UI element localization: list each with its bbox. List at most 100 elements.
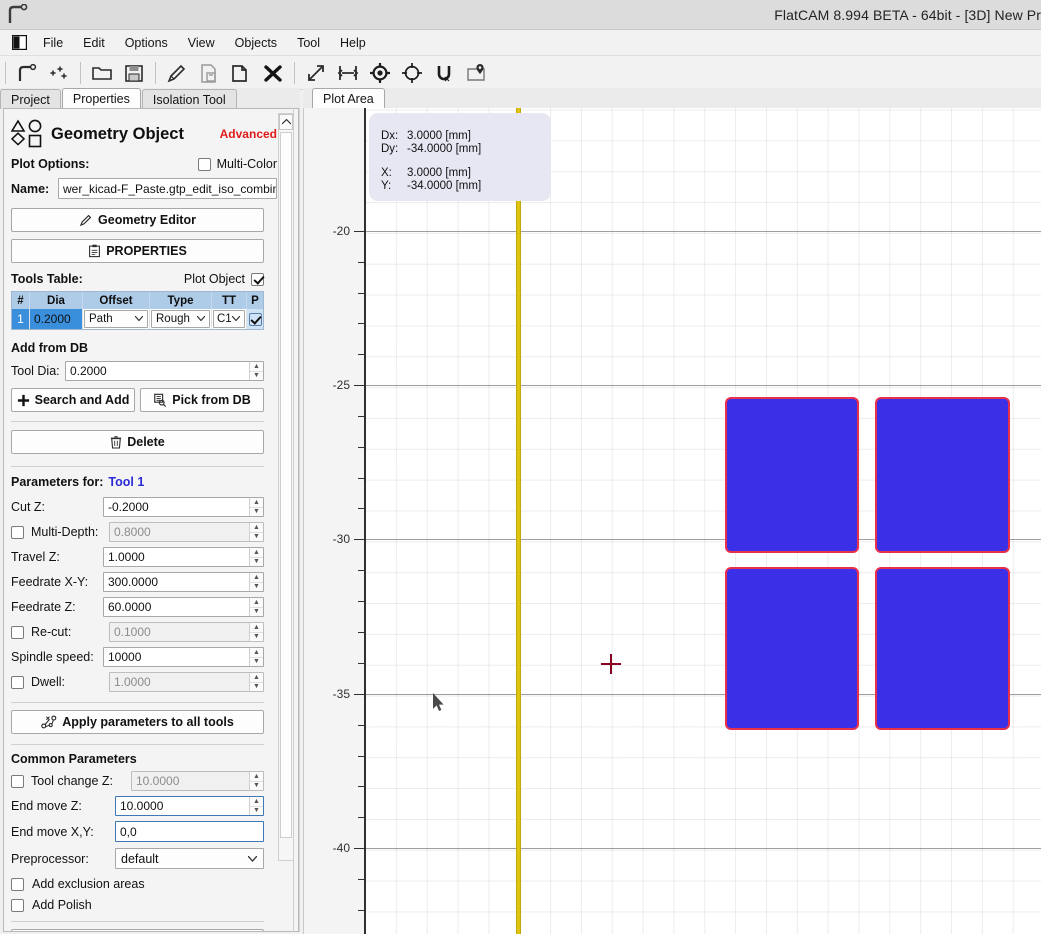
new-geometry-icon[interactable]: [12, 58, 42, 88]
menu-objects[interactable]: Objects: [226, 33, 286, 53]
scrollbar-thumb[interactable]: [280, 132, 292, 838]
y-tick: [354, 694, 364, 695]
menu-bar: File Edit Options View Objects Tool Help: [0, 30, 1041, 56]
plot-object-checkbox[interactable]: [251, 272, 264, 286]
plot-canvas[interactable]: -20 -25 -30 -35 -40 Dx: 3.0000 [mm] Dy: …: [304, 108, 1041, 934]
delete-x-icon[interactable]: [258, 58, 288, 88]
tab-project[interactable]: Project: [0, 89, 61, 109]
feedrate-z-stepper[interactable]: ▲ ▼: [249, 598, 263, 616]
multi-depth-stepper[interactable]: ▲ ▼: [249, 523, 263, 541]
distance-diagonal-icon[interactable]: [301, 58, 331, 88]
pcb-pad-shape[interactable]: [725, 397, 859, 553]
re-cut-checkbox[interactable]: [11, 625, 24, 639]
menu-file[interactable]: File: [34, 33, 72, 53]
tt-select[interactable]: C1: [213, 310, 245, 328]
tool-dia-stepper[interactable]: ▲ ▼: [249, 362, 263, 380]
cut-z-input[interactable]: -0.2000: [103, 497, 264, 517]
tool-change-z-input[interactable]: 10.0000: [131, 771, 264, 791]
tab-plot-area[interactable]: Plot Area: [312, 88, 385, 109]
open-folder-icon[interactable]: [87, 58, 117, 88]
toolbar-separator: [294, 61, 295, 84]
y-tick-minor: [358, 786, 364, 787]
spindle-speed-stepper[interactable]: ▲ ▼: [249, 648, 263, 666]
gridline-major: [365, 848, 1041, 849]
re-cut-stepper[interactable]: ▲ ▼: [249, 623, 263, 641]
snap-magnet-icon[interactable]: [429, 58, 459, 88]
end-move-xy-input[interactable]: 0,0: [115, 821, 264, 842]
tool-change-z-checkbox[interactable]: [11, 774, 24, 788]
common-parameters-label: Common Parameters: [11, 752, 137, 766]
cell-plot[interactable]: [247, 309, 263, 329]
cell-tt[interactable]: C1: [212, 309, 247, 329]
name-input[interactable]: wer_kicad-F_Paste.gtp_edit_iso_combined: [58, 178, 277, 199]
travel-z-input[interactable]: 1.0000: [103, 547, 264, 567]
edit-pencil-icon[interactable]: [162, 58, 192, 88]
add-exclusion-checkbox[interactable]: [11, 877, 24, 891]
add-polish-row[interactable]: Add Polish: [11, 898, 277, 912]
pcb-pad-shape[interactable]: [875, 567, 1010, 730]
save-floppy-icon[interactable]: [119, 58, 149, 88]
menu-help[interactable]: Help: [331, 33, 375, 53]
pcb-pad-shape[interactable]: [725, 567, 859, 730]
dwell-checkbox[interactable]: [11, 675, 24, 689]
dwell-stepper[interactable]: ▲ ▼: [249, 673, 263, 691]
multi-depth-checkbox[interactable]: [11, 525, 24, 539]
plot-options-row: Plot Options: Multi-Color: [11, 157, 277, 171]
cell-dia[interactable]: 0.2000: [30, 309, 83, 329]
chevron-up-icon[interactable]: [279, 114, 293, 130]
geometry-editor-button[interactable]: Geometry Editor: [11, 208, 264, 232]
apply-params-icon: [41, 715, 57, 729]
end-move-z-stepper[interactable]: ▲ ▼: [249, 797, 263, 815]
tab-properties[interactable]: Properties: [61, 88, 141, 109]
preprocessor-select[interactable]: default: [115, 848, 264, 869]
jump-to-icon[interactable]: [397, 58, 427, 88]
tool-change-z-stepper[interactable]: ▲ ▼: [249, 772, 263, 790]
feedrate-z-label: Feedrate Z:: [11, 600, 76, 614]
cut-z-stepper[interactable]: ▲ ▼: [249, 498, 263, 516]
parameters-for-tool-link[interactable]: Tool 1: [108, 475, 144, 489]
panel-scrollbar[interactable]: [278, 113, 294, 861]
panel-toggle-icon[interactable]: [6, 30, 32, 56]
measure-min-distance-icon[interactable]: [333, 58, 363, 88]
cell-offset[interactable]: Path: [83, 309, 150, 329]
feedrate-xy-input[interactable]: 300.0000: [103, 572, 264, 592]
type-select[interactable]: Rough: [151, 310, 210, 328]
travel-z-stepper[interactable]: ▲ ▼: [249, 548, 263, 566]
pick-from-db-button[interactable]: Pick from DB: [140, 388, 264, 412]
multi-depth-input[interactable]: 0.8000: [109, 522, 264, 542]
cell-type[interactable]: Rough: [150, 309, 212, 329]
delete-label: Delete: [127, 435, 165, 449]
save-object-icon[interactable]: [194, 58, 224, 88]
locate-in-object-icon[interactable]: [461, 58, 491, 88]
dwell-input[interactable]: 1.0000: [109, 672, 264, 692]
set-origin-icon[interactable]: [365, 58, 395, 88]
tool-dia-input[interactable]: 0.2000: [65, 361, 264, 381]
multi-color-checkbox[interactable]: [197, 157, 211, 171]
new-excellon-icon[interactable]: [44, 58, 74, 88]
add-exclusion-row[interactable]: Add exclusion areas: [11, 877, 277, 891]
menu-tool[interactable]: Tool: [288, 33, 329, 53]
param-row-end-move-z: End move Z: 10.0000 ▲ ▼: [11, 796, 264, 816]
apply-parameters-button[interactable]: Apply parameters to all tools: [11, 710, 264, 734]
search-and-add-button[interactable]: Search and Add: [11, 388, 135, 412]
add-polish-checkbox[interactable]: [11, 898, 24, 912]
menu-edit[interactable]: Edit: [74, 33, 114, 53]
offset-select[interactable]: Path: [84, 310, 148, 328]
re-cut-input[interactable]: 0.1000: [109, 622, 264, 642]
feedrate-z-input[interactable]: 60.0000: [103, 597, 264, 617]
row-plot-checkbox[interactable]: [248, 312, 262, 326]
generate-cncjob-button[interactable]: Generate CNCJob object: [11, 929, 264, 931]
trash-icon: [111, 436, 122, 449]
menu-options[interactable]: Options: [116, 33, 177, 53]
end-move-z-input[interactable]: 10.0000: [115, 796, 264, 816]
feedrate-xy-stepper[interactable]: ▲ ▼: [249, 573, 263, 591]
pcb-pad-shape[interactable]: [875, 397, 1010, 553]
properties-button[interactable]: PROPERTIES: [11, 239, 264, 263]
table-row[interactable]: 1 0.2000 Path Rough C1: [12, 309, 263, 329]
copy-page-icon[interactable]: [226, 58, 256, 88]
tab-isolation-tool[interactable]: Isolation Tool: [141, 89, 237, 109]
menu-view[interactable]: View: [179, 33, 224, 53]
panel-splitter[interactable]: [293, 108, 294, 932]
spindle-speed-input[interactable]: 10000: [103, 647, 264, 667]
delete-button[interactable]: Delete: [11, 430, 264, 454]
